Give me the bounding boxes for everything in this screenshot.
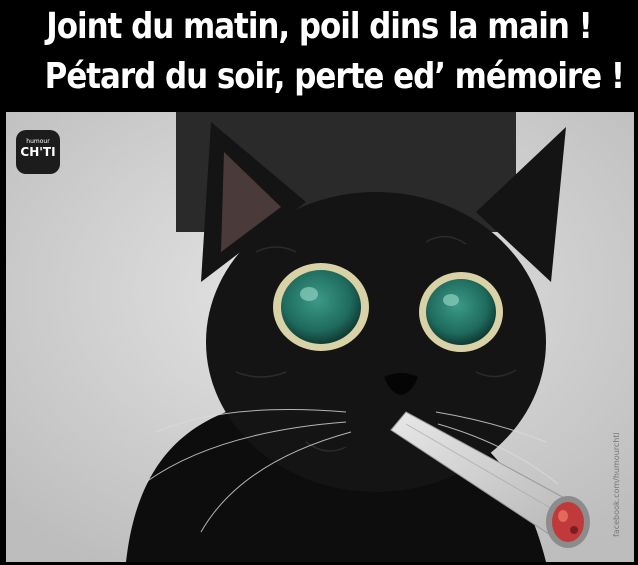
watermark-text: facebook.com/humourchti — [612, 432, 621, 537]
caption-banner: Joint du matin, poil dins la main ! Péta… — [0, 0, 638, 112]
logo-small-text: humour — [26, 138, 50, 145]
cat-eye-right — [419, 272, 503, 352]
cat-photo: humour CH'TI facebook.com/humourchti — [6, 112, 634, 562]
cat-illustration — [6, 112, 634, 562]
humour-chti-logo: humour CH'TI — [16, 130, 60, 174]
caption-line-2: Pétard du soir, perte ed’ mémoire ! — [44, 56, 625, 97]
meme-image: Joint du matin, poil dins la main ! Péta… — [0, 0, 638, 565]
cat-eye-left — [273, 263, 369, 351]
logo-big-text: CH'TI — [20, 145, 56, 159]
caption-line-1: Joint du matin, poil dins la main ! — [46, 6, 593, 47]
